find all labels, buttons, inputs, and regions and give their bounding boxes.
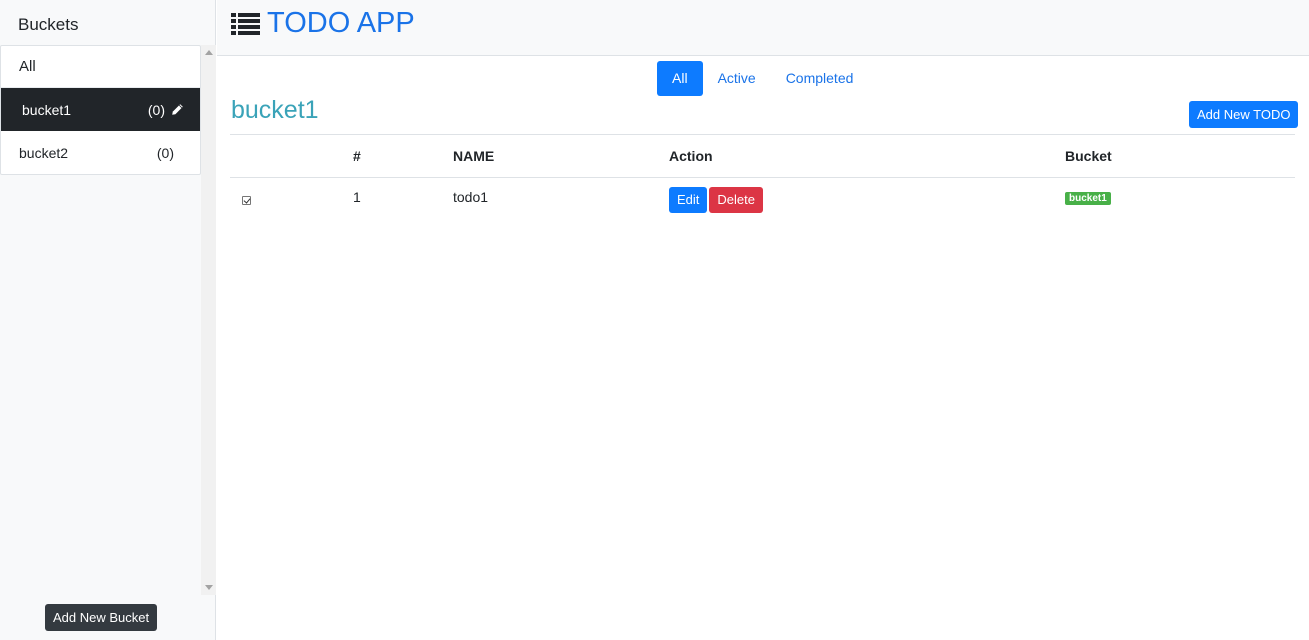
column-header-number: #	[353, 134, 453, 178]
todo-name: todo1	[453, 188, 489, 205]
todo-checkbox[interactable]	[242, 195, 251, 205]
bucket-item-all[interactable]: All	[1, 46, 200, 88]
bucket-count: (0)	[156, 144, 174, 161]
bucket-badge: bucket1	[1065, 192, 1111, 206]
filter-completed[interactable]: Completed	[771, 61, 869, 96]
app-title-text: TODO APP	[267, 7, 415, 39]
sidebar-title: Buckets	[18, 15, 79, 34]
add-todo-button[interactable]: Add New TODO	[1189, 101, 1299, 128]
cell-action: Edit Delete	[669, 178, 1065, 222]
edit-button[interactable]: Edit	[669, 186, 708, 213]
add-bucket-button[interactable]: Add New Bucket	[45, 604, 158, 631]
filter-tabs: All Active Completed	[657, 61, 868, 96]
filter-active[interactable]: Active	[703, 61, 771, 96]
delete-button[interactable]: Delete	[709, 186, 763, 213]
column-header-action: Action	[669, 134, 1065, 178]
cell-bucket: bucket1	[1065, 178, 1295, 222]
app-title: TODO APP	[230, 7, 415, 40]
todo-number: 1	[353, 188, 361, 205]
column-header-check	[230, 134, 353, 178]
bucket-heading: bucket1	[231, 96, 319, 124]
bucket-item-label: All	[19, 58, 36, 75]
todo-table: # NAME Action Bucket 1 todo1 Edit Delete …	[230, 134, 1295, 222]
column-header-bucket: Bucket	[1065, 134, 1295, 178]
list-icon	[230, 12, 261, 36]
bucket-list-scrollbar[interactable]	[201, 45, 216, 595]
bucket-list: All bucket1 (0) bucket2 (0)	[0, 45, 201, 175]
sidebar: Buckets All bucket1 (0) bucket2 (0) Add …	[0, 0, 216, 640]
table-header-row: # NAME Action Bucket	[230, 134, 1295, 178]
bucket-item-bucket1[interactable]: bucket1 (0)	[1, 88, 200, 131]
bucket-item-label: bucket2	[19, 144, 69, 161]
cell-number: 1	[353, 178, 453, 222]
scroll-down-icon[interactable]	[205, 585, 213, 590]
table-row: 1 todo1 Edit Delete bucket1	[230, 178, 1295, 222]
cell-check	[230, 178, 353, 222]
column-header-name: NAME	[453, 134, 669, 178]
bucket-item-label: bucket1	[22, 101, 72, 118]
scroll-up-icon[interactable]	[205, 50, 213, 55]
bucket-count: (0)	[147, 101, 165, 118]
pencil-icon[interactable]	[171, 103, 184, 116]
filter-all[interactable]: All	[657, 61, 703, 96]
app-header: TODO APP	[217, 0, 1309, 56]
bucket-item-bucket2[interactable]: bucket2 (0)	[1, 131, 200, 174]
cell-name: todo1	[453, 178, 669, 222]
